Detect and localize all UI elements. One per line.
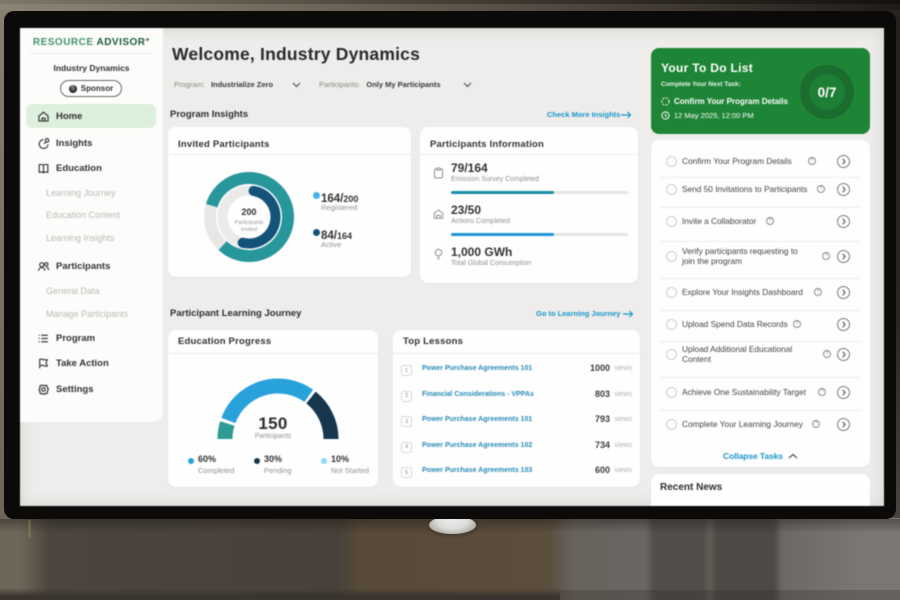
svg-text:Participants: Participants: [235, 220, 264, 226]
svg-text:Invited: Invited: [241, 227, 257, 233]
svg-text:200: 200: [241, 207, 256, 217]
